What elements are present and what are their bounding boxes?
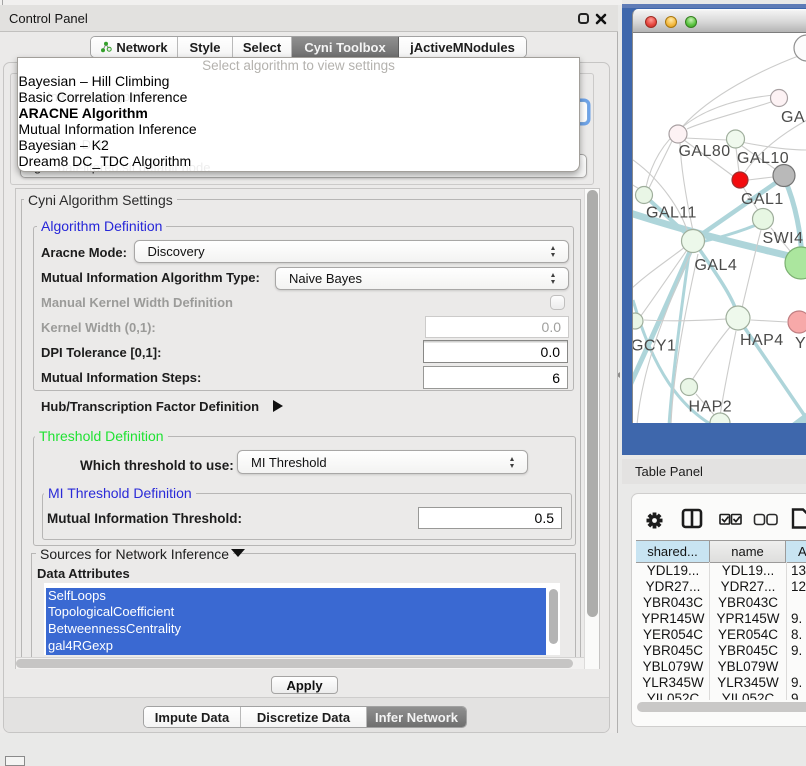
svg-text:GAL1: GAL1 xyxy=(741,191,784,208)
svg-text:HAP2: HAP2 xyxy=(689,399,733,416)
svg-text:GAL80: GAL80 xyxy=(679,143,731,160)
svg-text:GAL4: GAL4 xyxy=(695,257,738,274)
svg-text:GAL7: GAL7 xyxy=(781,109,806,126)
svg-text:HAP4: HAP4 xyxy=(740,332,784,349)
svg-text:GAL10: GAL10 xyxy=(737,150,789,167)
svg-text:GCY1: GCY1 xyxy=(633,338,676,355)
svg-text:SWI4: SWI4 xyxy=(763,230,804,247)
svg-text:GAL11: GAL11 xyxy=(646,205,697,222)
svg-text:Y: Y xyxy=(795,335,806,352)
